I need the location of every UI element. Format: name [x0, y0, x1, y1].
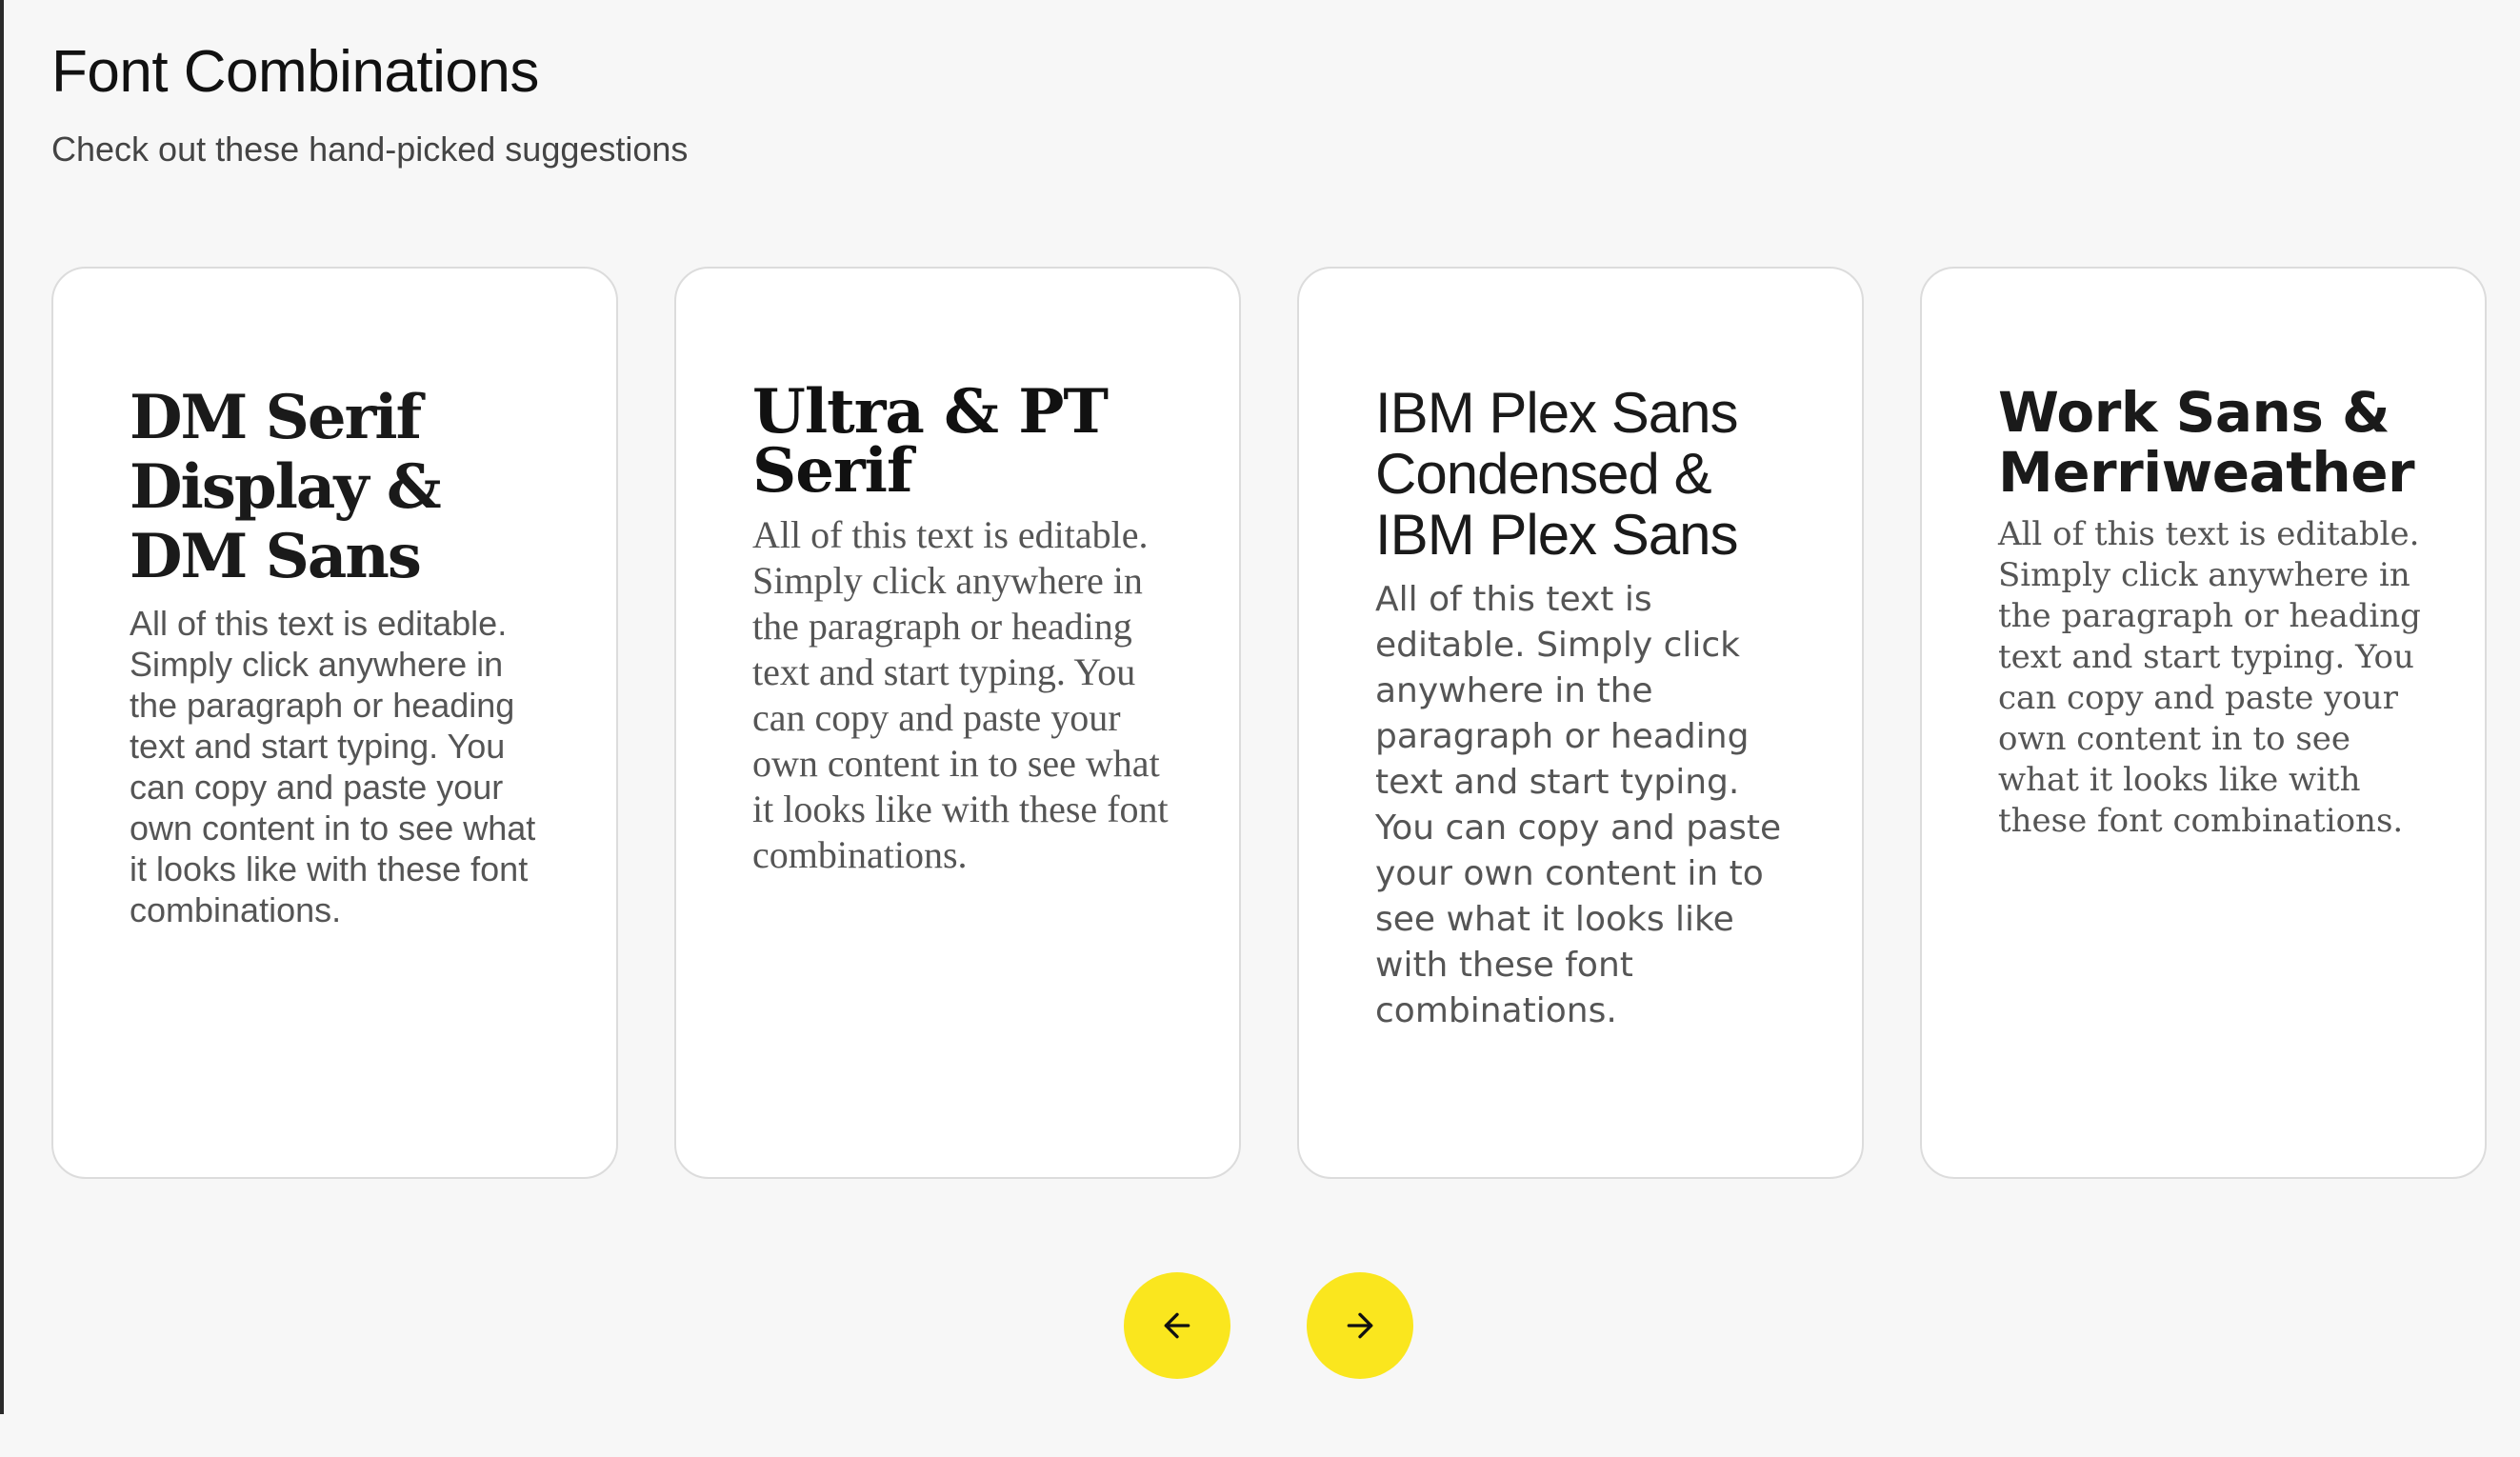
card-body[interactable]: All of this text is editable. Simply cli…: [1375, 577, 1805, 1034]
next-button[interactable]: [1307, 1272, 1413, 1379]
card-body[interactable]: All of this text is editable. Simply cli…: [130, 603, 559, 930]
font-card-ibm-plex: IBM Plex Sans Condensed & IBM Plex Sans …: [1297, 267, 1864, 1179]
arrow-right-icon: [1341, 1307, 1379, 1345]
font-card-ultra: Ultra & PT Serif All of this text is edi…: [674, 267, 1241, 1179]
font-card-dm-serif: DM Serif Display & DM Sans All of this t…: [51, 267, 618, 1179]
card-heading[interactable]: DM Serif Display & DM Sans: [130, 383, 559, 591]
card-heading[interactable]: Ultra & PT Serif: [752, 382, 1182, 502]
card-heading[interactable]: IBM Plex Sans Condensed & IBM Plex Sans: [1375, 383, 1805, 566]
window-edge: [0, 0, 4, 1414]
page-title: Font Combinations: [51, 39, 539, 105]
previous-button[interactable]: [1124, 1272, 1230, 1379]
arrow-left-icon: [1158, 1307, 1196, 1345]
card-body[interactable]: All of this text is editable. Simply cli…: [752, 512, 1182, 878]
page-subtitle: Check out these hand-picked suggestions: [51, 130, 689, 169]
card-body[interactable]: All of this text is editable. Simply cli…: [1998, 514, 2428, 842]
card-heading[interactable]: Work Sans & Merriweather: [1998, 383, 2428, 503]
font-card-work-sans: Work Sans & Merriweather All of this tex…: [1920, 267, 2487, 1179]
